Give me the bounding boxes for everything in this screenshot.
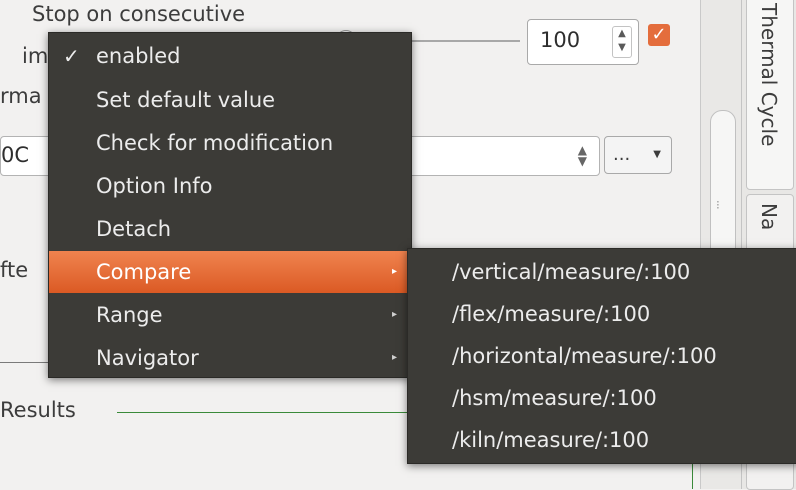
menu-item-label: Detach [96, 217, 172, 241]
submenu-item-label: /horizontal/measure/:100 [452, 344, 717, 368]
consecutive-spinbox[interactable]: 100 ▲ ▼ [527, 19, 639, 65]
grip-icon: ⁝ [716, 198, 720, 212]
results-group-border [692, 462, 693, 489]
submenu-arrow-icon: ▸ [391, 266, 397, 277]
menu-item-label: Navigator [96, 346, 199, 370]
setting-label-fragment: rma [0, 84, 42, 108]
options-button[interactable]: ... ▼ [604, 136, 672, 174]
tab-label: Na [757, 203, 781, 231]
enabled-checkbox[interactable]: ✓ [648, 24, 670, 46]
submenu-item-label: /flex/measure/:100 [452, 302, 651, 326]
submenu-arrow-icon: ▸ [391, 309, 397, 320]
results-group-title: Results [0, 398, 76, 422]
submenu-item-flex[interactable]: /flex/measure/:100 [408, 293, 796, 335]
setting-label-fragment: fte [0, 258, 29, 282]
submenu-item-label: /vertical/measure/:100 [452, 260, 691, 284]
menu-item-enabled[interactable]: ✓ enabled [49, 35, 411, 77]
menu-item-check-for-modification[interactable]: Check for modification [49, 122, 411, 164]
checkmark-icon: ✓ [63, 44, 80, 68]
results-group-border [117, 412, 412, 413]
context-menu: ✓ enabled Set default value Check for mo… [48, 32, 412, 378]
spinbox-value: 100 [540, 28, 581, 52]
compare-submenu: /vertical/measure/:100 /flex/measure/:10… [407, 248, 796, 464]
menu-item-set-default-value[interactable]: Set default value [49, 79, 411, 121]
submenu-arrow-icon: ▸ [391, 352, 397, 363]
menu-item-range[interactable]: Range ▸ [49, 294, 411, 336]
menu-item-label: enabled [96, 44, 181, 68]
options-button-label: ... [613, 144, 631, 165]
menu-item-option-info[interactable]: Option Info [49, 165, 411, 207]
submenu-item-label: /kiln/measure/:100 [452, 428, 650, 452]
submenu-item-kiln[interactable]: /kiln/measure/:100 [408, 419, 796, 461]
combobox-value: 0C [1, 143, 30, 167]
spin-arrows-icon[interactable]: ▲ ▼ [612, 26, 632, 58]
menu-item-navigator[interactable]: Navigator ▸ [49, 337, 411, 379]
menu-item-label: Range [96, 303, 163, 327]
menu-item-label: Check for modification [96, 131, 334, 155]
menu-item-label: Compare [96, 260, 192, 284]
tab-label: Thermal Cycle [757, 3, 781, 147]
menu-item-compare[interactable]: Compare ▸ [49, 251, 411, 293]
menu-item-label: Set default value [96, 88, 276, 112]
tab-thermal-cycle[interactable]: Thermal Cycle [746, 0, 794, 190]
submenu-item-label: /hsm/measure/:100 [452, 386, 657, 410]
submenu-item-vertical[interactable]: /vertical/measure/:100 [408, 251, 796, 293]
dropdown-arrow-icon: ▼ [653, 149, 661, 160]
submenu-item-horizontal[interactable]: /horizontal/measure/:100 [408, 335, 796, 377]
menu-item-label: Option Info [96, 174, 213, 198]
menu-item-detach[interactable]: Detach [49, 208, 411, 250]
stop-on-consecutive-label: Stop on consecutive [32, 2, 246, 26]
setting-label-fragment: im [22, 44, 49, 68]
spin-arrows-icon: ▲ ▼ [577, 143, 587, 168]
submenu-item-hsm[interactable]: /hsm/measure/:100 [408, 377, 796, 419]
divider [0, 362, 48, 363]
